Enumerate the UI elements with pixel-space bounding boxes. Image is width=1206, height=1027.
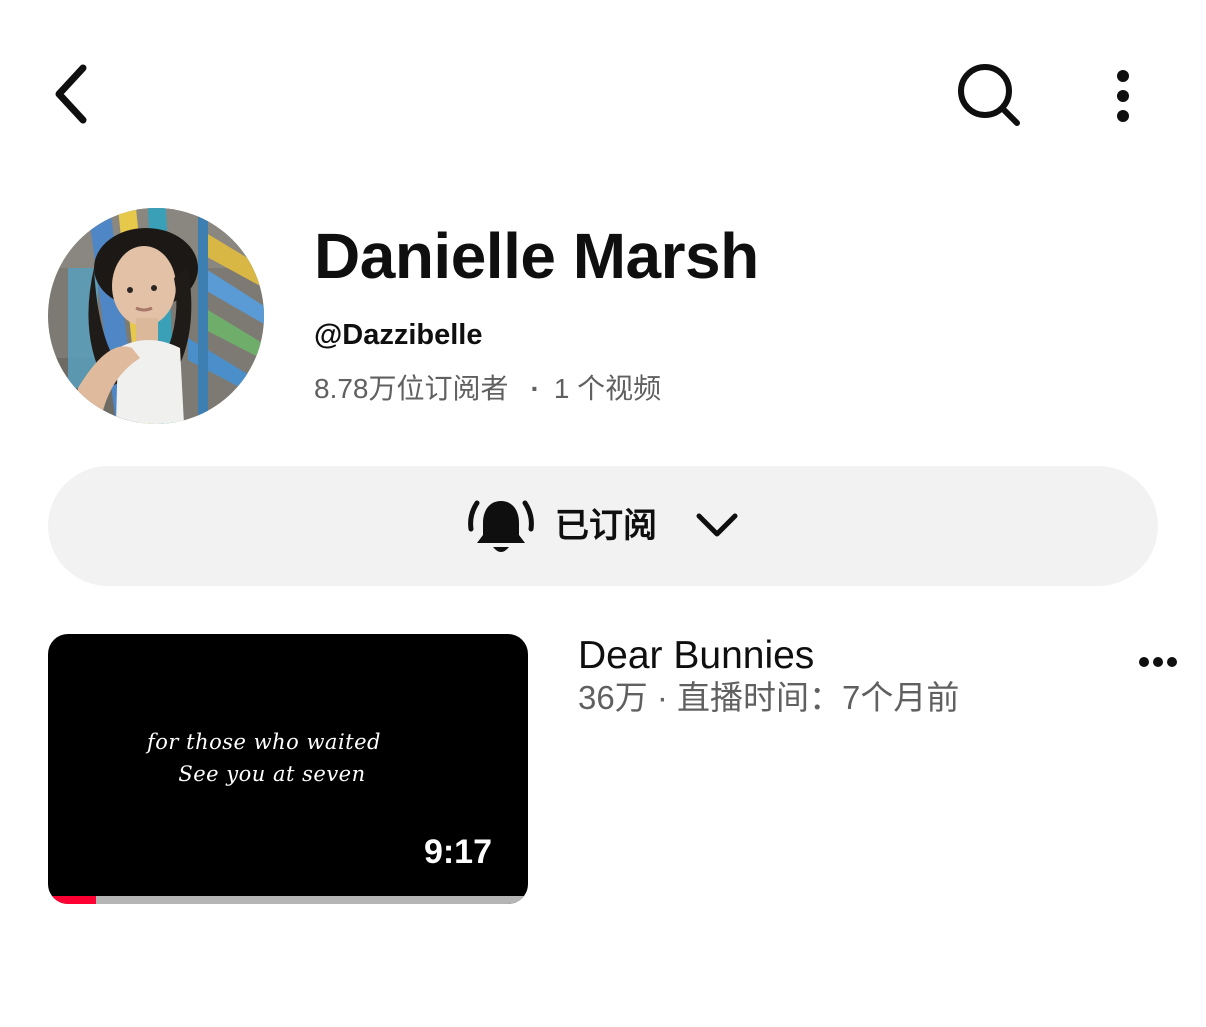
thumbnail-text-line-1: for those who waited bbox=[147, 730, 381, 754]
channel-page: Danielle Marsh @Dazzibelle 8.78万位订阅者 · 1… bbox=[0, 0, 1206, 1027]
thumbnail-text-line-2: See you at seven bbox=[178, 762, 366, 786]
video-meta: 36万 · 直播时间：7个月前 bbox=[578, 679, 960, 716]
bell-ringing-icon bbox=[468, 500, 534, 552]
channel-name: Danielle Marsh bbox=[314, 220, 759, 292]
chevron-down-icon bbox=[696, 513, 738, 537]
top-bar bbox=[0, 0, 1206, 190]
video-title[interactable]: Dear Bunnies bbox=[578, 632, 814, 680]
more-options-button[interactable] bbox=[1096, 56, 1150, 136]
video-count: 1 个视频 bbox=[553, 373, 662, 404]
stats-separator: · bbox=[530, 373, 540, 404]
more-horizontal-icon bbox=[1139, 657, 1177, 667]
search-button[interactable] bbox=[948, 56, 1032, 136]
subscribed-button[interactable]: 已订阅 bbox=[48, 466, 1158, 586]
search-icon bbox=[958, 64, 1020, 126]
back-button[interactable] bbox=[36, 52, 106, 136]
video-more-button[interactable] bbox=[1130, 642, 1186, 682]
subscribed-label: 已订阅 bbox=[555, 507, 657, 545]
video-duration: 9:17 bbox=[423, 833, 492, 871]
avatar-image bbox=[48, 208, 264, 424]
subscriber-count: 8.78万位订阅者 bbox=[314, 373, 509, 404]
video-thumbnail[interactable]: for those who waited See you at seven 9:… bbox=[48, 634, 528, 904]
watch-progress-bar bbox=[48, 896, 528, 904]
chevron-left-icon bbox=[55, 64, 87, 124]
channel-stats: 8.78万位订阅者 · 1 个视频 bbox=[314, 370, 661, 408]
channel-handle: @Dazzibelle bbox=[314, 319, 483, 351]
more-vertical-icon bbox=[1117, 70, 1129, 122]
channel-avatar[interactable] bbox=[48, 208, 264, 424]
watch-progress-fill bbox=[48, 896, 96, 904]
